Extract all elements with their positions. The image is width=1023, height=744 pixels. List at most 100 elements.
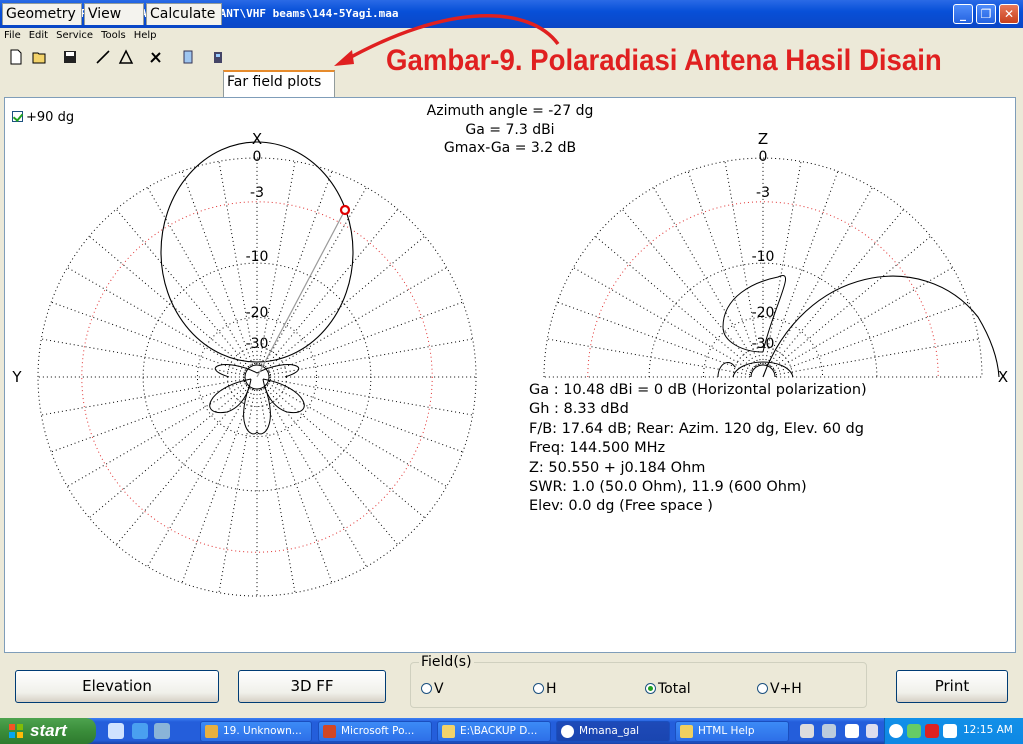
plot-header: Azimuth angle = -27 dg Ga = 7.3 dBi Gmax… xyxy=(335,102,685,158)
elevation-grid-spoke xyxy=(767,171,839,365)
tray-antivirus-icon[interactable] xyxy=(925,724,939,738)
elevation-grid-spoke xyxy=(594,235,754,369)
ga-text: Ga = 7.3 dBi xyxy=(465,121,555,138)
elevation-axis-side-label: X xyxy=(998,368,1008,386)
polar-plots: 0 -3 -10 -20 -30 0 -3 -10 -20 -30 X Y Z X xyxy=(11,130,1008,597)
tray-icon-2[interactable] xyxy=(822,724,836,738)
taskbar-item-html-help[interactable]: HTML Help xyxy=(675,721,789,742)
tray-chevron-icon[interactable] xyxy=(889,724,903,738)
azimuth-axis-side-label: Y xyxy=(11,368,22,386)
tools-icon[interactable] xyxy=(148,49,164,65)
azimuth-grid-spoke xyxy=(269,301,463,373)
radio-v-circle[interactable] xyxy=(421,683,432,694)
azimuth-grid-spoke xyxy=(261,389,333,583)
elevation-grid-spoke xyxy=(557,301,751,373)
close-button[interactable]: ✕ xyxy=(999,4,1019,24)
taskbar-item-mmana[interactable]: Mmana_gal xyxy=(556,721,670,742)
azimuth-grid-spoke xyxy=(266,385,426,519)
azimuth-grid-spoke xyxy=(147,388,251,567)
tray-app-icon[interactable] xyxy=(943,724,957,738)
3d-ff-button[interactable]: 3D FF xyxy=(238,670,386,703)
azimuth-grid-spoke xyxy=(265,386,399,546)
tab-view[interactable]: View xyxy=(84,3,144,25)
info-freq: Freq: 144.500 MHz xyxy=(529,440,666,457)
ie-icon[interactable] xyxy=(132,723,148,739)
azimuth-grid-spoke xyxy=(258,389,296,593)
azimuth-grid-spoke xyxy=(88,235,248,369)
radio-v-plus-h-circle[interactable] xyxy=(757,683,768,694)
folder-icon xyxy=(442,725,455,738)
menu-help[interactable]: Help xyxy=(130,28,161,44)
azimuth-grid-spoke xyxy=(88,385,248,519)
radio-h-label: H xyxy=(546,681,557,697)
azimuth-ring-label: -10 xyxy=(246,249,269,265)
new-file-icon[interactable] xyxy=(8,49,24,65)
elevation-button[interactable]: Elevation xyxy=(15,670,219,703)
elevation-back-lobe xyxy=(717,362,736,378)
elevation-grid-spoke xyxy=(772,235,932,369)
azimuth-grid-spoke xyxy=(266,235,426,369)
maximize-button[interactable]: ❐ xyxy=(976,4,996,24)
quicklaunch-icon-3[interactable] xyxy=(154,723,170,739)
azimuth-ring-label: -3 xyxy=(250,185,264,201)
elevation-ring-label: 0 xyxy=(759,149,768,165)
radio-h[interactable]: H xyxy=(533,681,557,697)
start-button[interactable]: start xyxy=(0,718,96,744)
menu-tools[interactable]: Tools xyxy=(97,28,130,44)
elevation-ring-label: -3 xyxy=(756,185,770,201)
quicklaunch-icon-1[interactable] xyxy=(108,723,124,739)
taskbar-item-label: HTML Help xyxy=(698,725,755,737)
menu-file[interactable]: File xyxy=(0,28,25,44)
save-icon[interactable] xyxy=(62,49,78,65)
info-impedance: Z: 50.550 + j0.184 Ohm xyxy=(529,459,706,476)
document-icon[interactable] xyxy=(180,49,196,65)
clock: 12:15 AM xyxy=(963,724,1013,736)
taskbar-item-icon xyxy=(205,725,218,738)
azimuth-grid-spoke xyxy=(41,338,245,376)
far-field-plot-panel: 0 -3 -10 -20 -30 0 -3 -10 -20 -30 X Y Z X +90 dg Azim… xyxy=(4,97,1016,653)
elevation-ring-label: -30 xyxy=(752,336,775,352)
tray-icon-4[interactable] xyxy=(866,724,878,738)
minimize-button[interactable]: _ xyxy=(953,4,973,24)
radio-total[interactable]: Total xyxy=(645,681,691,697)
taskbar-item-explorer[interactable]: E:\BACKUP D... xyxy=(437,721,551,742)
powerpoint-icon xyxy=(323,725,336,738)
start-label: start xyxy=(30,721,67,740)
azimuth-grid-spoke xyxy=(51,381,245,453)
open-folder-icon[interactable] xyxy=(32,49,48,65)
help-icon xyxy=(680,725,693,738)
azimuth-grid-spoke xyxy=(268,267,447,371)
radio-h-circle[interactable] xyxy=(533,683,544,694)
radio-v-label: V xyxy=(434,681,444,697)
azimuth-axis-top-label: X xyxy=(252,130,262,148)
taskbar-item-unknown[interactable]: 19. Unknown... xyxy=(200,721,312,742)
radio-total-circle[interactable] xyxy=(645,683,656,694)
elevation-grid-spoke xyxy=(775,338,979,376)
results-info: Ga : 10.48 dBi = 0 dB (Horizontal polari… xyxy=(529,381,867,517)
azimuth-grid-spoke xyxy=(263,388,367,567)
tab-calculate[interactable]: Calculate xyxy=(146,3,222,25)
azimuth-grid-spoke xyxy=(181,389,253,583)
azimuth-grid-spoke xyxy=(67,267,246,371)
triangle-icon[interactable] xyxy=(118,49,134,65)
radio-v-plus-h-label: V+H xyxy=(770,681,802,697)
line-icon[interactable] xyxy=(95,49,111,65)
antenna-icon[interactable] xyxy=(210,49,226,65)
print-button[interactable]: Print xyxy=(896,670,1008,703)
radio-v[interactable]: V xyxy=(421,681,444,697)
radio-v-plus-h[interactable]: V+H xyxy=(757,681,802,697)
menu-service[interactable]: Service xyxy=(52,28,97,44)
azimuth-direction-line xyxy=(256,209,346,378)
menu-edit[interactable]: Edit xyxy=(25,28,52,44)
tab-geometry[interactable]: Geometry xyxy=(2,3,82,25)
tray-network-icon[interactable] xyxy=(907,724,921,738)
taskbar-item-label: Microsoft Po... xyxy=(341,725,415,737)
checkbox-box[interactable] xyxy=(12,111,23,122)
tab-far-field-plots[interactable]: Far field plots xyxy=(223,70,335,97)
elevation-grid-spoke xyxy=(687,171,759,365)
elevation-grid-spoke xyxy=(621,208,755,368)
tray-icon-3[interactable] xyxy=(845,724,859,738)
taskbar-item-powerpoint[interactable]: Microsoft Po... xyxy=(318,721,432,742)
tray-icon-1[interactable] xyxy=(800,724,814,738)
plus-90-checkbox[interactable]: +90 dg xyxy=(12,110,74,125)
